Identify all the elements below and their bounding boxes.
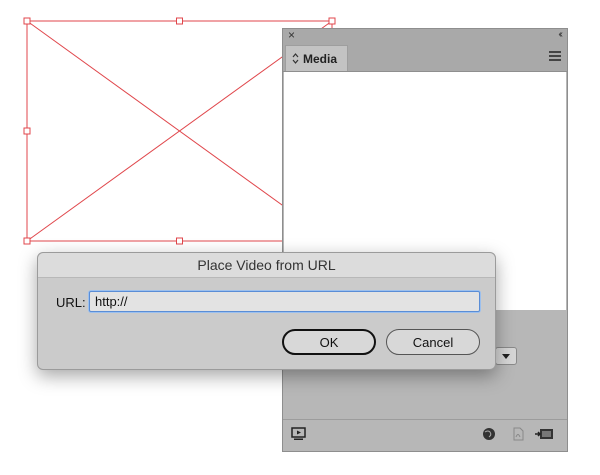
url-label: URL: <box>56 295 86 310</box>
video-preview-icon[interactable] <box>291 427 307 441</box>
panel-tabbar: Media <box>283 43 567 72</box>
cancel-button[interactable]: Cancel <box>386 329 480 355</box>
media-panel: × ‹‹ Media <box>282 28 568 452</box>
place-video-dialog: Place Video from URL URL: OK Cancel <box>37 252 496 370</box>
hamburger-menu-icon[interactable] <box>549 51 561 61</box>
url-input[interactable] <box>89 291 480 312</box>
updown-arrows-icon <box>292 53 299 64</box>
collapse-icon[interactable]: ‹‹ <box>558 28 562 42</box>
panel-bottom-divider <box>283 419 567 420</box>
panel-topbar: × ‹‹ <box>283 28 567 44</box>
pdf-icon[interactable] <box>511 427 527 441</box>
chevron-down-icon <box>502 353 510 359</box>
globe-icon[interactable] <box>482 427 498 441</box>
frame-handle-top-middle[interactable] <box>176 17 183 25</box>
frame-handle-bottom-left[interactable] <box>23 237 31 245</box>
place-video-icon[interactable] <box>535 427 555 441</box>
panel-dropdown[interactable] <box>495 347 517 365</box>
close-icon[interactable]: × <box>288 28 295 42</box>
frame-handle-top-left[interactable] <box>23 17 31 25</box>
tab-media-label: Media <box>303 51 338 66</box>
tab-media[interactable]: Media <box>285 45 348 71</box>
ok-button[interactable]: OK <box>282 329 376 355</box>
frame-handle-top-right[interactable] <box>328 17 336 25</box>
dialog-title: Place Video from URL <box>38 253 495 278</box>
frame-handle-middle-left[interactable] <box>23 127 31 135</box>
frame-handle-bottom-middle[interactable] <box>176 237 183 245</box>
